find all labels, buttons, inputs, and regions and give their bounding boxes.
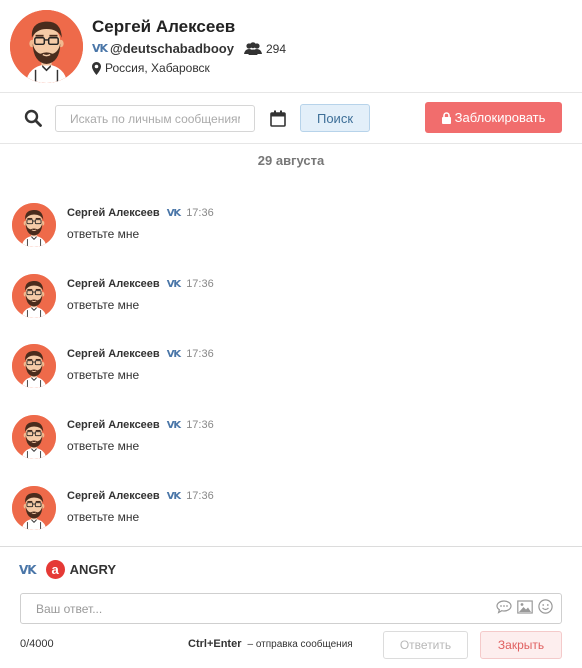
search-input[interactable] [55,105,255,132]
message-text: ответьте мне [67,510,140,524]
profile-name[interactable]: Сергей Алексеев [92,17,235,37]
profile-handle[interactable]: @deutschabadbooy [110,41,234,56]
vk-icon: VK [166,419,181,431]
emoji-icon[interactable] [538,599,553,614]
send-hint-text: – отправка сообщения [247,639,353,650]
block-button-label: Заблокировать [454,110,546,125]
hipster-avatar-icon [12,486,56,530]
profile-location-text: Россия, Хабаровск [105,61,210,75]
message-item: Сергей Алексеев VK 17:36 ответьте мне [0,274,582,324]
message-text: ответьте мне [67,298,140,312]
message-author[interactable]: Сергей Алексеев [67,278,160,290]
profile-avatar[interactable] [10,10,83,83]
message-text: ответьте мне [67,439,140,453]
message-avatar[interactable] [12,203,56,247]
message-header: Сергей Алексеев VK 17:36 [67,207,214,219]
friends-count-value: 294 [265,41,286,56]
comment-template-icon[interactable] [496,599,512,614]
message-item: Сергей Алексеев VK 17:36 ответьте мне [0,415,582,465]
close-button[interactable]: Закрыть [480,631,562,659]
vk-icon: VK [19,562,37,577]
message-text: ответьте мне [67,368,140,382]
lock-icon [441,111,451,124]
calendar-icon[interactable] [270,110,286,127]
message-header: Сергей Алексеев VK 17:36 [67,419,214,431]
hipster-avatar-icon [10,10,83,83]
char-counter: 0/4000 [20,638,54,650]
block-button[interactable]: Заблокировать [425,102,562,133]
hipster-avatar-icon [12,415,56,459]
map-marker-icon [92,61,101,75]
date-separator: 29 августа [257,153,325,168]
hipster-avatar-icon [12,344,56,388]
message-time: 17:36 [186,419,214,431]
send-hint: Ctrl+Enter – отправка сообщения [188,638,353,650]
message-author[interactable]: Сергей Алексеев [67,490,160,502]
profile-meta: VK @deutschabadbooy 294 [92,41,286,56]
reply-composer: VK a ANGRY 0/4000 Ctrl+Enter – отправка с… [0,546,582,668]
image-attach-icon[interactable] [517,599,533,614]
reply-tools [496,599,553,614]
message-header: Сергей Алексеев VK 17:36 [67,490,214,502]
message-author[interactable]: Сергей Алексеев [67,348,160,360]
search-toolbar: Поиск Заблокировать [0,93,582,144]
vk-icon: VK [166,207,181,219]
message-author[interactable]: Сергей Алексеев [67,419,160,431]
vk-icon: VK [92,42,108,55]
message-time: 17:36 [186,490,214,502]
search-button[interactable]: Поиск [300,104,370,132]
hipster-avatar-icon [12,274,56,318]
message-item: Сергей Алексеев VK 17:36 ответьте мне [0,344,582,394]
message-time: 17:36 [186,348,214,360]
profile-location: Россия, Хабаровск [92,61,210,75]
angry-logo-icon: a [45,560,65,579]
message-time: 17:36 [186,207,214,219]
reply-box [20,593,562,624]
hipster-avatar-icon [12,203,56,247]
message-item: Сергей Алексеев VK 17:36 ответьте мне [0,203,582,253]
reply-input[interactable] [21,594,491,623]
account-name: ANGRY [69,562,117,577]
friends-count: 294 [243,41,286,56]
vk-icon: VK [166,490,181,502]
search-icon[interactable] [24,109,42,127]
message-time: 17:36 [186,278,214,290]
reply-button[interactable]: Ответить [383,631,468,659]
message-avatar[interactable] [12,344,56,388]
message-item: Сергей Алексеев VK 17:36 ответьте мне [0,486,582,536]
message-avatar[interactable] [12,486,56,530]
account-selector[interactable]: VK a ANGRY [19,560,116,579]
vk-icon: VK [166,348,181,360]
send-hint-keys: Ctrl+Enter [188,638,242,650]
message-author[interactable]: Сергей Алексеев [67,207,160,219]
message-header: Сергей Алексеев VK 17:36 [67,348,214,360]
message-text: ответьте мне [67,227,140,241]
message-avatar[interactable] [12,415,56,459]
vk-icon: VK [166,278,181,290]
message-avatar[interactable] [12,274,56,318]
users-icon [243,42,262,55]
message-header: Сергей Алексеев VK 17:36 [67,278,214,290]
profile-header: Сергей Алексеев VK @deutschabadbooy 294 … [0,0,582,93]
